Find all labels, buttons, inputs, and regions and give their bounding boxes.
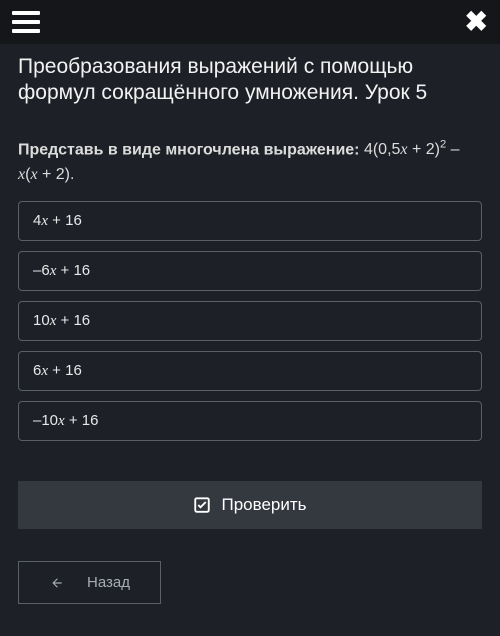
check-icon (193, 496, 211, 514)
lesson-title: Преобразования выражений с помощью форму… (18, 54, 482, 107)
prompt-label: Представь в виде многочлена выражение: (18, 141, 360, 158)
submit-label: Проверить (221, 495, 306, 515)
back-label: Назад (87, 574, 130, 591)
answer-option[interactable]: –6x + 16 (18, 251, 482, 291)
answer-option[interactable]: –10x + 16 (18, 401, 482, 441)
hamburger-icon[interactable] (12, 8, 40, 36)
submit-button[interactable]: Проверить (18, 481, 482, 529)
arrow-left-icon (49, 576, 65, 590)
back-button[interactable]: Назад (18, 561, 161, 604)
answer-option[interactable]: 10x + 16 (18, 301, 482, 341)
top-bar: ✖ (0, 0, 500, 44)
answer-option[interactable]: 6x + 16 (18, 351, 482, 391)
answer-option[interactable]: 4x + 16 (18, 201, 482, 241)
content-area: Преобразования выражений с помощью форму… (0, 44, 500, 622)
answer-options: 4x + 16 –6x + 16 10x + 16 6x + 16 –10x +… (18, 201, 482, 441)
close-icon[interactable]: ✖ (465, 8, 488, 36)
question-prompt: Представь в виде многочлена выражение: 4… (18, 137, 482, 188)
